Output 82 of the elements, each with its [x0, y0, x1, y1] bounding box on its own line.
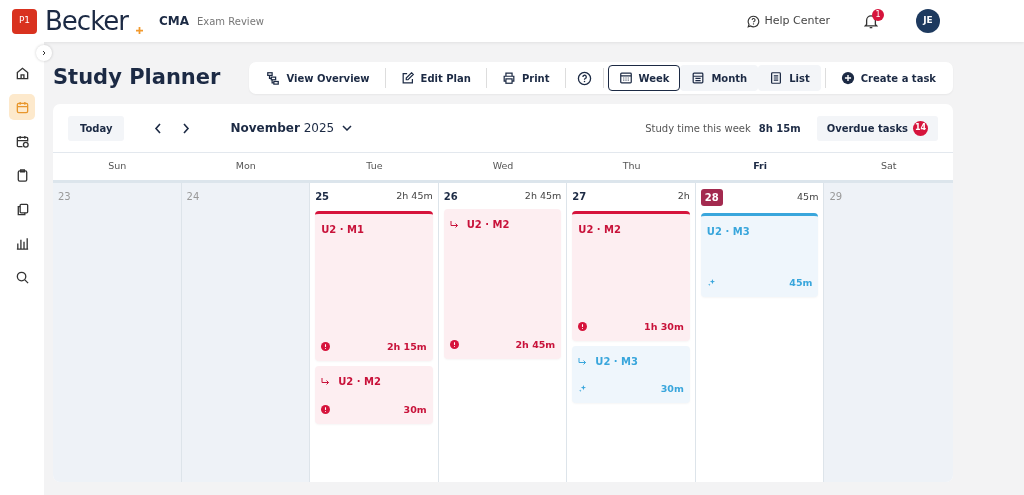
- edit-icon: [400, 71, 415, 85]
- alert-icon: [321, 405, 331, 415]
- toolbar-button[interactable]: View Overview: [255, 65, 381, 91]
- calendar-clock-icon: [14, 133, 30, 149]
- weekday-header: Fri: [752, 159, 769, 174]
- task-title: U2 · M2: [466, 218, 510, 232]
- calendar-grid-icon: [618, 71, 633, 85]
- overdue-tasks-button[interactable]: Overdue tasks 14: [816, 115, 938, 141]
- day-number: 28: [700, 189, 723, 206]
- product-name: CMA: [158, 13, 189, 30]
- alert-icon: [578, 322, 588, 332]
- user-avatar[interactable]: JE: [916, 9, 940, 33]
- alert-icon: [321, 342, 331, 352]
- task-duration: 2h 15m: [386, 339, 427, 354]
- calendar-icon: [14, 99, 30, 115]
- day-number: 24: [186, 190, 200, 204]
- hierarchy-icon: [266, 71, 281, 85]
- caret-icon: [342, 125, 353, 131]
- search-icon: [14, 269, 30, 285]
- task-title: U2 · M3: [595, 355, 639, 369]
- chevron-right-icon: [182, 122, 191, 134]
- month-icon: [691, 71, 706, 85]
- bell-icon: [864, 13, 878, 29]
- chevron-right-icon: [41, 50, 47, 56]
- task-duration: 30m: [660, 381, 684, 396]
- task-duration: 1h 30m: [644, 319, 684, 334]
- course-badge[interactable]: P1: [12, 8, 37, 34]
- day-total-time: 2h 45m: [524, 189, 562, 204]
- day-number: 25: [315, 190, 330, 204]
- create-task-button[interactable]: Create a task: [829, 65, 947, 91]
- task-duration: 30m: [403, 402, 427, 417]
- task-card[interactable]: U2 · M2 2h 45m: [443, 209, 562, 359]
- help-icon: [576, 70, 592, 86]
- weekday-header: Sun: [107, 159, 128, 174]
- day-total-time: 2h: [677, 189, 690, 204]
- day-number: 23: [58, 190, 71, 204]
- day-total-time: 2h 45m: [396, 189, 433, 204]
- task-duration: 45m: [789, 275, 813, 290]
- study-time-label: Study time this week: [645, 121, 751, 136]
- sparkle-icon: [578, 384, 588, 394]
- list-icon: [769, 71, 784, 85]
- view-tab[interactable]: List: [758, 65, 821, 91]
- task-title: U2 · M2: [338, 375, 381, 389]
- task-title: U2 · M1: [321, 223, 364, 237]
- notifications-button[interactable]: [864, 13, 878, 29]
- task-title: U2 · M2: [578, 223, 622, 237]
- notification-count: 1: [872, 8, 884, 21]
- logo[interactable]: Becker: [45, 8, 128, 34]
- help-icon: [747, 14, 761, 28]
- page-title: Study Planner: [53, 65, 221, 91]
- day-number: 27: [572, 190, 587, 204]
- weekday-header: Tue: [365, 159, 384, 174]
- weekday-header: Wed: [491, 159, 515, 174]
- toolbar-button[interactable]: Edit Plan: [389, 65, 482, 91]
- task-card[interactable]: U2 · M2 1h 30m: [572, 211, 690, 341]
- task-duration: 2h 45m: [515, 337, 556, 352]
- task-card[interactable]: U2 · M1 2h 15m: [315, 211, 433, 361]
- study-time-value: 8h 15m: [758, 121, 801, 136]
- view-tab[interactable]: Week: [607, 65, 681, 91]
- bar-chart-icon: [14, 235, 30, 251]
- view-tab[interactable]: Month: [680, 65, 759, 91]
- weekday-header: Thu: [621, 159, 642, 174]
- day-number: 29: [829, 190, 843, 204]
- chevron-left-icon: [154, 122, 163, 134]
- toolbar-button[interactable]: Print: [490, 65, 561, 91]
- product-subtitle: Exam Review: [197, 14, 264, 29]
- plus-circle-icon: [840, 71, 855, 85]
- today-button[interactable]: Today: [68, 115, 125, 141]
- help-center-link[interactable]: Help Center: [747, 12, 830, 30]
- day-number: 26: [443, 190, 458, 204]
- day-total-time: 45m: [797, 190, 819, 205]
- overdue-count: 14: [913, 120, 928, 136]
- weekday-header: Sat: [879, 159, 898, 174]
- plus-icon: [135, 27, 143, 34]
- task-title: U2 · M3: [706, 225, 750, 239]
- sparkle-icon: [706, 278, 716, 288]
- alert-icon: [449, 340, 459, 350]
- home-icon: [14, 65, 30, 81]
- printer-icon: [501, 71, 516, 85]
- month-selector[interactable]: November 2025: [224, 118, 359, 138]
- task-card[interactable]: U2 · M2 30m: [315, 366, 433, 424]
- weekday-header: Mon: [234, 159, 257, 174]
